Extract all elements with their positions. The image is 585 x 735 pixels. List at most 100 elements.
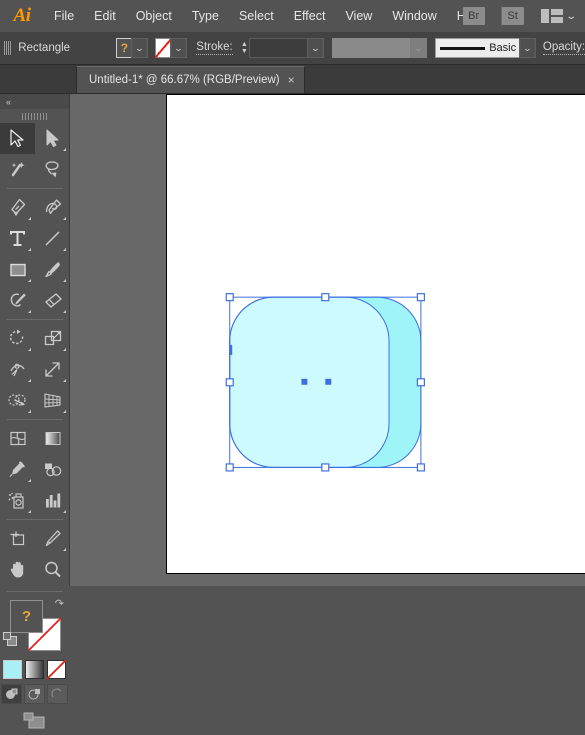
variable-width-profile-input[interactable] [331,38,413,58]
column-graph-tool[interactable] [35,485,70,516]
path-outline-front [229,296,390,468]
fill-stroke-cluster: ? ↷ [0,596,70,658]
canvas-area[interactable] [70,94,585,586]
width-tool[interactable] [0,354,35,385]
tools-divider [7,519,63,520]
tools-panel-gripper[interactable] [0,109,69,123]
blend-tool[interactable] [35,454,70,485]
tool-corner-indicator [28,217,31,220]
rounded-rect-front [229,297,390,468]
tool-corner-indicator [63,348,66,351]
brush-definition-preview[interactable]: Basic [434,38,522,58]
tool-corner-indicator [63,310,66,313]
rotate-tool[interactable] [0,323,35,354]
perspective-grid-tool[interactable] [35,385,70,416]
slice-tool[interactable] [35,523,70,554]
draw-inside-button[interactable] [47,684,68,704]
free-transform-tool[interactable] [35,354,70,385]
menu-view[interactable]: View [335,0,382,32]
gradient-tool[interactable] [35,423,70,454]
none-mode-button[interactable] [47,660,66,679]
scale-tool[interactable] [35,323,70,354]
tool-corner-indicator [28,348,31,351]
tools-divider [7,319,63,320]
selection-tool[interactable] [0,123,35,154]
menu-window[interactable]: Window [382,0,446,32]
rectangle-tool[interactable] [0,254,35,285]
variable-width-dropdown-arrow[interactable]: ⌄ [410,38,427,58]
change-screen-mode-button[interactable] [20,712,50,735]
eyedropper-tool[interactable] [0,454,35,485]
shaper-tool[interactable] [0,285,35,316]
menu-select[interactable]: Select [229,0,284,32]
artboard[interactable] [166,94,585,574]
type-tool[interactable] [0,223,35,254]
tool-corner-indicator [28,510,31,513]
rounded-rect-back [229,297,421,468]
opacity-label: Opacity: [542,41,585,55]
lasso-tool[interactable] [35,154,70,185]
chevron-down-icon[interactable]: ⌄ [565,11,577,22]
screen-mode-row [0,712,69,735]
tool-corner-indicator [28,410,31,413]
menu-effect[interactable]: Effect [284,0,336,32]
stroke-weight-input[interactable] [248,38,309,58]
anchor-point [301,378,308,385]
tool-corner-indicator [28,279,31,282]
tool-corner-indicator [28,379,31,382]
tool-corner-indicator [63,248,66,251]
fill-dropdown-arrow[interactable]: ⌄ [130,38,148,58]
tools-divider [7,419,63,420]
artwork-svg [225,293,425,472]
stroke-color-swatch[interactable] [154,38,172,58]
tools-divider [6,591,63,592]
menu-file[interactable]: File [44,0,84,32]
shape-builder-tool[interactable] [0,385,35,416]
anchor-point [229,344,233,355]
paintbrush-tool[interactable] [35,254,70,285]
default-fill-stroke-icon[interactable] [3,632,17,646]
tool-corner-indicator [63,510,66,513]
document-tab[interactable]: Untitled-1* @ 66.67% (RGB/Preview) × [76,66,305,93]
menu-type[interactable]: Type [182,0,229,32]
menu-object[interactable]: Object [126,0,182,32]
close-icon[interactable]: × [288,74,295,86]
curvature-tool[interactable] [35,192,70,223]
stroke-weight-dropdown-arrow[interactable]: ⌄ [306,38,324,58]
draw-normal-button[interactable] [1,684,22,704]
gradient-mode-button[interactable] [25,660,44,679]
stock-button[interactable]: St [501,7,524,25]
color-mode-button[interactable] [3,660,22,679]
tool-corner-indicator [28,248,31,251]
color-mode-row [0,660,69,679]
stroke-dropdown-arrow[interactable]: ⌄ [169,38,187,58]
zoom-tool[interactable] [35,554,70,585]
magic-wand-tool[interactable] [0,154,35,185]
line-segment-tool[interactable] [35,223,70,254]
active-tool-label: Rectangle [18,42,71,54]
eraser-tool[interactable] [35,285,70,316]
hand-tool[interactable] [0,554,35,585]
workspace-icon[interactable] [540,9,563,23]
document-tab-bar: Untitled-1* @ 66.67% (RGB/Preview) × [0,65,585,94]
brush-dropdown-arrow[interactable]: ⌄ [519,38,536,58]
none-slash-icon [47,660,66,679]
app-logo: Ai [13,5,31,26]
collapse-panel-button[interactable]: « [0,94,69,109]
mesh-tool[interactable] [0,423,35,454]
stroke-weight-label: Stroke: [196,41,233,55]
swap-fill-stroke-icon[interactable]: ↷ [55,597,64,610]
artboard-tool[interactable] [0,523,35,554]
menu-edit[interactable]: Edit [84,0,126,32]
draw-behind-button[interactable] [24,684,45,704]
stroke-weight-stepper[interactable]: ▲ ▼ [240,38,249,58]
pen-tool[interactable] [0,192,35,223]
control-bar-gripper[interactable] [4,41,13,55]
fill-color-indicator[interactable]: ? [10,600,43,633]
illustrator-window: Ai File Edit Object Type Select Effect V… [0,0,585,729]
direct-selection-tool[interactable] [35,123,70,154]
tool-corner-indicator [63,379,66,382]
bridge-button[interactable]: Br [462,7,485,25]
symbol-sprayer-tool[interactable] [0,485,35,516]
document-tab-title: Untitled-1* @ 66.67% (RGB/Preview) [89,74,280,86]
